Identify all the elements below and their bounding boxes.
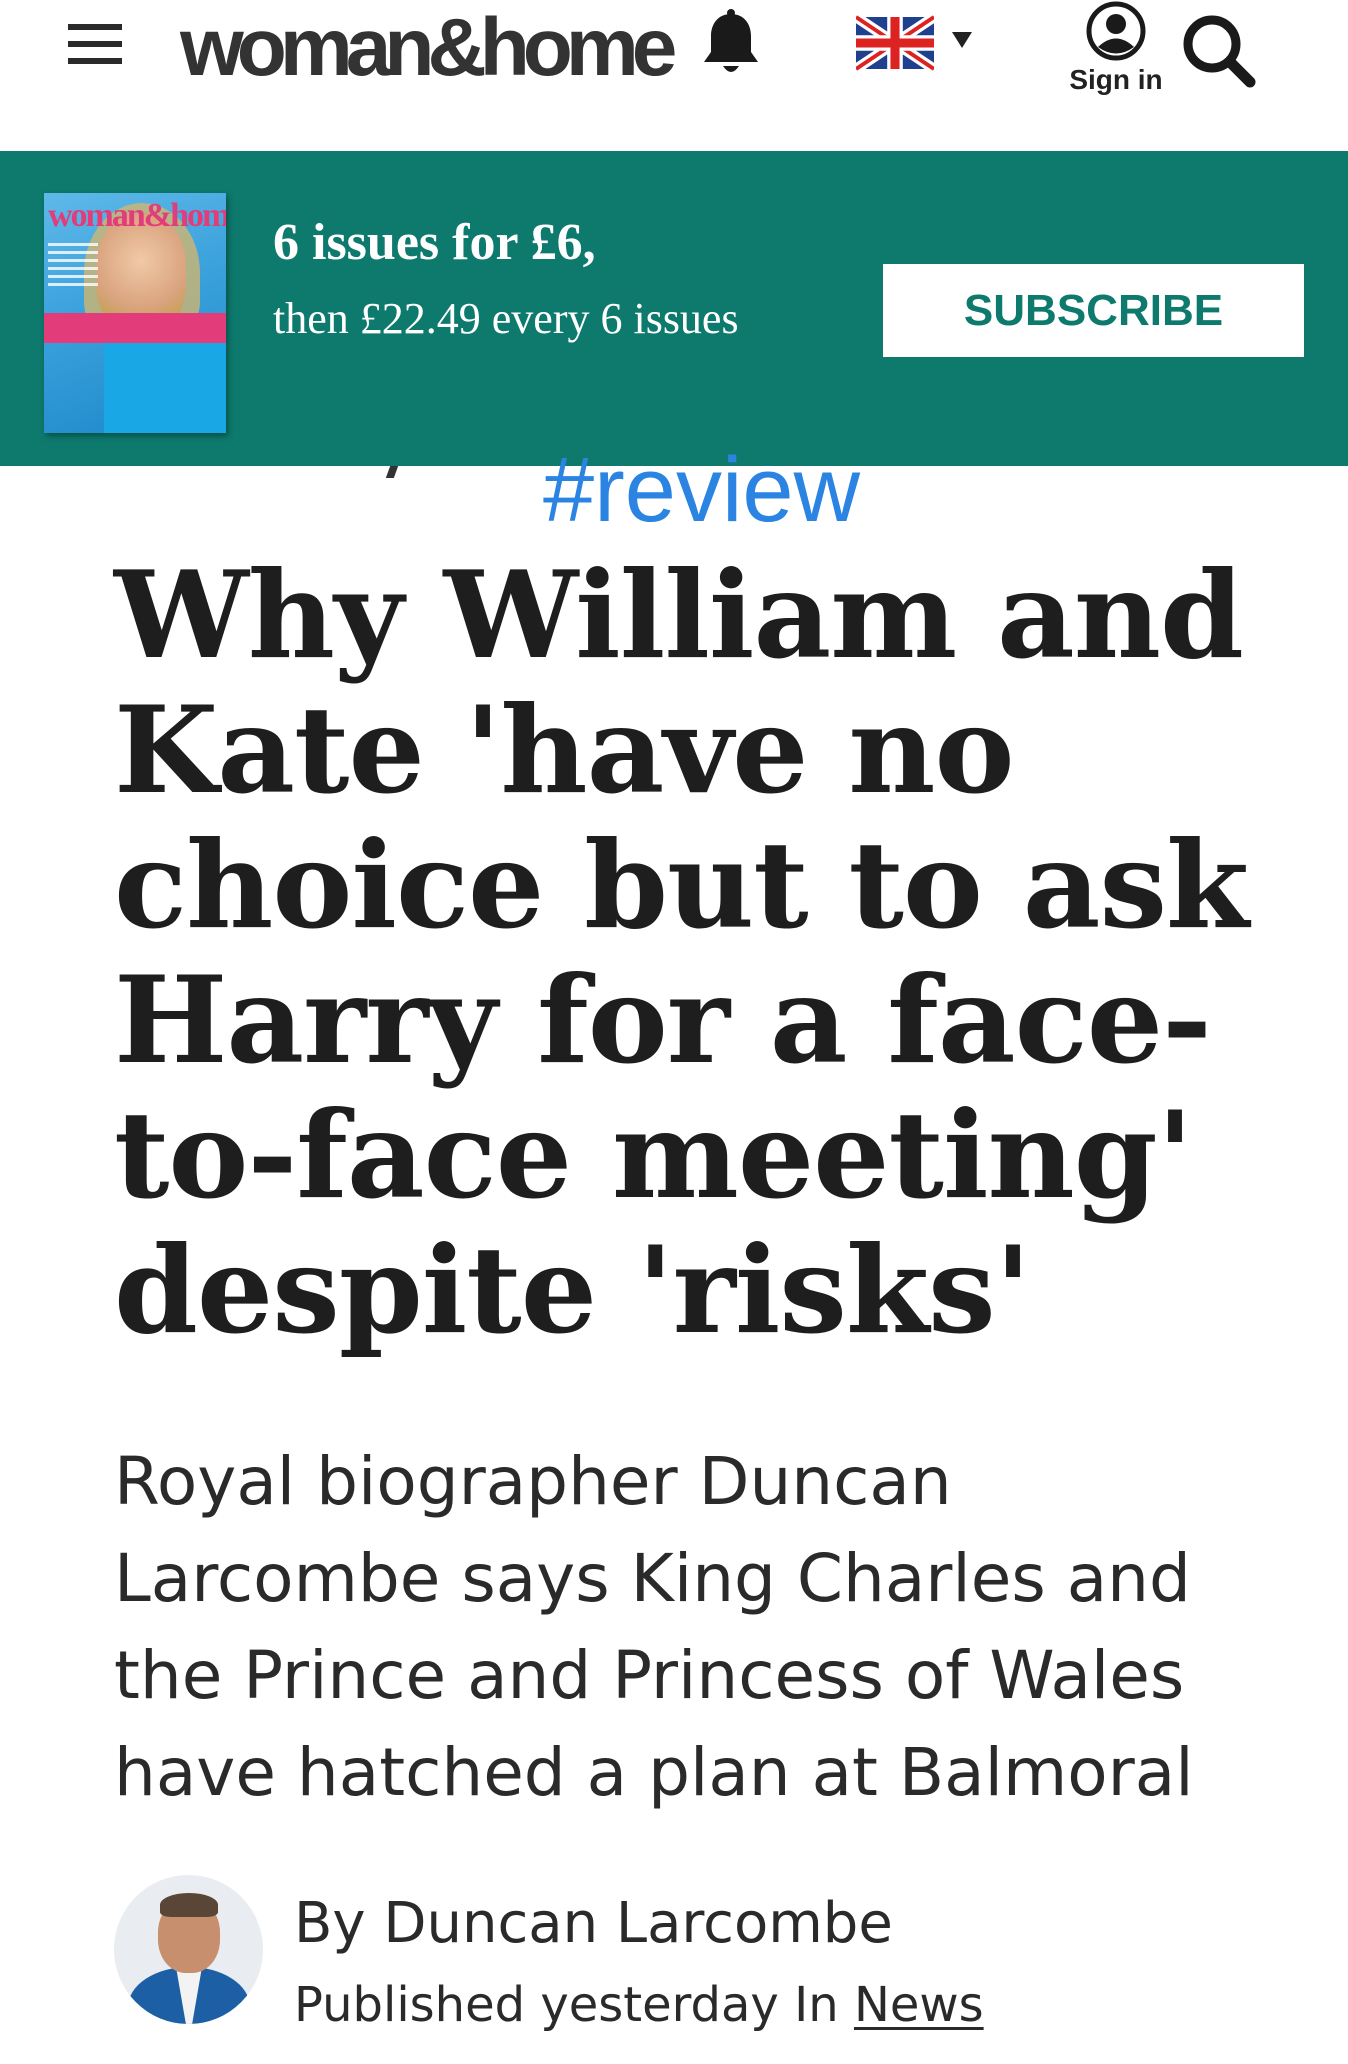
article-standfirst: Royal biographer Duncan Larcombe says Ki…	[114, 1443, 1194, 1811]
subscribe-button[interactable]: SUBSCRIBE	[883, 264, 1304, 357]
uk-flag-icon[interactable]	[853, 12, 937, 74]
user-icon	[1086, 1, 1146, 61]
offer-detail: then £22.49 every 6 issues	[273, 294, 739, 343]
menu-icon[interactable]	[68, 24, 126, 68]
hashtag-overlay: #review	[543, 439, 861, 541]
sign-in-button[interactable]: Sign in	[1060, 0, 1172, 100]
stray-mark	[385, 466, 399, 478]
published-text: Published yesterday In	[294, 1977, 839, 2033]
top-nav: woman&home Sign in	[0, 0, 1348, 151]
magazine-cover-image[interactable]: woman&home	[44, 193, 226, 433]
published-info: Published yesterday In News	[294, 1977, 984, 2033]
subscribe-banner: woman&home 6 issues for £6, then £22.49 …	[0, 151, 1348, 466]
offer-headline: 6 issues for £6,	[273, 214, 596, 271]
byline: By Duncan Larcombe Published yesterday I…	[114, 1875, 1264, 2035]
author-avatar[interactable]	[114, 1875, 263, 2024]
caret-down-icon[interactable]	[952, 32, 972, 48]
article-headline: Why William and Kate 'have no choice but…	[114, 545, 1249, 1361]
magazine-masthead: woman&home	[48, 197, 226, 234]
author-name[interactable]: By Duncan Larcombe	[294, 1891, 893, 1956]
search-icon[interactable]	[1176, 8, 1262, 92]
sign-in-label: Sign in	[1069, 64, 1163, 95]
site-logo[interactable]: woman&home	[180, 0, 677, 96]
section-link-news[interactable]: News	[854, 1977, 984, 2033]
bell-icon[interactable]	[696, 8, 766, 78]
